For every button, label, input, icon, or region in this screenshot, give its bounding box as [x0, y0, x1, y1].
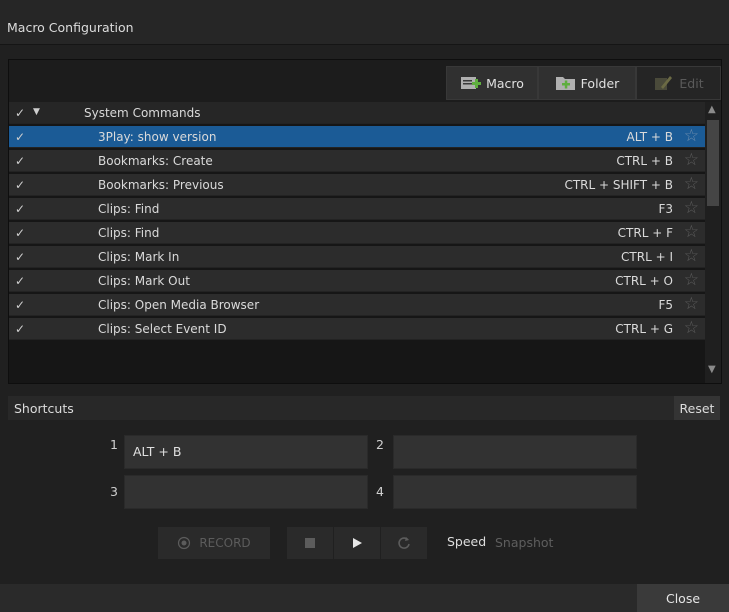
macro-enabled-check[interactable]: ✓ [15, 322, 25, 336]
macro-name: Clips: Find [98, 226, 160, 240]
scrollbar-thumb[interactable] [707, 120, 719, 206]
macro-name: Clips: Mark Out [98, 274, 190, 288]
macro-shortcut: CTRL + I [621, 250, 673, 264]
macro-list: ✓ ▼ System Commands ✓ 3Play: show version… [9, 102, 705, 383]
play-button[interactable] [334, 527, 380, 559]
macro-shortcut: CTRL + G [615, 322, 673, 336]
favorite-star-icon[interactable]: ☆ [684, 223, 699, 241]
scroll-down-icon[interactable]: ▼ [708, 364, 716, 375]
group-enabled-check[interactable]: ✓ [15, 106, 25, 120]
favorite-star-icon[interactable]: ☆ [684, 319, 699, 337]
shortcut-slot-number: 2 [376, 437, 384, 452]
macro-row[interactable]: ✓ Clips: Find CTRL + F ☆ [9, 222, 705, 244]
macro-row[interactable]: ✓ 3Play: show version ALT + B ☆ [9, 126, 705, 148]
favorite-star-icon[interactable]: ☆ [684, 247, 699, 265]
loop-icon [398, 537, 410, 549]
shortcut-slot-2[interactable] [393, 435, 637, 469]
macro-name: Clips: Select Event ID [98, 322, 227, 336]
macro-name: 3Play: show version [98, 130, 217, 144]
macro-shortcut: F3 [658, 202, 673, 216]
snapshot-label[interactable]: Snapshot [495, 535, 553, 550]
add-folder-label: Folder [580, 75, 620, 91]
favorite-star-icon[interactable]: ☆ [684, 295, 699, 313]
add-macro-button[interactable]: Macro [446, 66, 538, 100]
shortcut-slot-1[interactable]: ALT + B [124, 435, 368, 469]
macro-enabled-check[interactable]: ✓ [15, 154, 25, 168]
add-macro-label: Macro [486, 75, 524, 91]
macro-row[interactable]: ✓ Bookmarks: Previous CTRL + SHIFT + B ☆ [9, 174, 705, 196]
title-bar: Macro Configuration [0, 0, 729, 45]
play-icon [353, 538, 362, 548]
favorite-star-icon[interactable]: ☆ [684, 151, 699, 169]
speed-label[interactable]: Speed [447, 534, 486, 549]
group-name: System Commands [84, 106, 201, 120]
macro-name: Clips: Open Media Browser [98, 298, 260, 312]
macro-enabled-check[interactable]: ✓ [15, 202, 25, 216]
macro-shortcut: CTRL + B [616, 154, 673, 168]
macro-name: Clips: Mark In [98, 250, 180, 264]
favorite-star-icon[interactable]: ☆ [684, 199, 699, 217]
footer-bar [0, 584, 729, 612]
macro-enabled-check[interactable]: ✓ [15, 298, 25, 312]
favorite-star-icon[interactable]: ☆ [684, 175, 699, 193]
record-label: RECORD [199, 536, 251, 550]
macro-row[interactable]: ✓ Clips: Mark Out CTRL + O ☆ [9, 270, 705, 292]
edit-label: Edit [679, 75, 704, 91]
add-macro-icon [461, 77, 482, 89]
macro-shortcut: ALT + B [626, 130, 674, 144]
shortcut-slot-number: 4 [376, 484, 384, 499]
close-button[interactable]: Close [637, 584, 729, 612]
stop-icon [305, 538, 315, 548]
macro-enabled-check[interactable]: ✓ [15, 226, 25, 240]
macro-toolbar: Macro Folder Edit [9, 60, 721, 102]
macro-name: Bookmarks: Create [98, 154, 213, 168]
add-folder-button[interactable]: Folder [538, 66, 636, 100]
reset-button[interactable]: Reset [674, 396, 720, 420]
shortcuts-header: Shortcuts Reset [8, 396, 720, 420]
record-button[interactable]: RECORD [158, 527, 270, 559]
macro-row[interactable]: ✓ Clips: Open Media Browser F5 ☆ [9, 294, 705, 316]
shortcut-slot-number: 3 [110, 484, 118, 499]
favorite-star-icon[interactable]: ☆ [684, 271, 699, 289]
add-folder-icon [555, 77, 575, 90]
shortcut-slot-number: 1 [110, 437, 118, 452]
macro-enabled-check[interactable]: ✓ [15, 250, 25, 264]
macro-shortcut: CTRL + SHIFT + B [564, 178, 673, 192]
group-row-system-commands[interactable]: ✓ ▼ System Commands [9, 102, 705, 124]
scroll-up-icon[interactable]: ▲ [708, 104, 716, 115]
macro-shortcut: F5 [658, 298, 673, 312]
shortcuts-label: Shortcuts [14, 401, 74, 416]
macro-row[interactable]: ✓ Clips: Mark In CTRL + I ☆ [9, 246, 705, 268]
expand-arrow-icon[interactable]: ▼ [33, 107, 40, 117]
edit-button[interactable]: Edit [636, 66, 721, 100]
macro-enabled-check[interactable]: ✓ [15, 274, 25, 288]
macro-configuration-window: Macro Configuration Macro Folder Edit ✓ … [0, 0, 729, 612]
macro-enabled-check[interactable]: ✓ [15, 178, 25, 192]
macro-row[interactable]: ✓ Bookmarks: Create CTRL + B ☆ [9, 150, 705, 172]
record-icon [178, 536, 191, 550]
macro-name: Bookmarks: Previous [98, 178, 224, 192]
loop-button[interactable] [381, 527, 427, 559]
macro-shortcut: CTRL + O [615, 274, 673, 288]
macro-row[interactable]: ✓ Clips: Find F3 ☆ [9, 198, 705, 220]
favorite-star-icon[interactable]: ☆ [684, 127, 699, 145]
macro-enabled-check[interactable]: ✓ [15, 130, 25, 144]
macro-row[interactable]: ✓ Clips: Select Event ID CTRL + G ☆ [9, 318, 705, 340]
macro-list-panel: Macro Folder Edit ✓ ▼ System Commands ✓ … [8, 59, 722, 384]
vertical-scrollbar[interactable]: ▲ ▼ [705, 102, 721, 383]
edit-icon [655, 76, 673, 90]
stop-button[interactable] [287, 527, 333, 559]
macro-name: Clips: Find [98, 202, 160, 216]
macro-shortcut: CTRL + F [617, 226, 673, 240]
shortcut-slot-3[interactable] [124, 475, 368, 509]
shortcut-slot-4[interactable] [393, 475, 637, 509]
window-title: Macro Configuration [7, 20, 134, 35]
